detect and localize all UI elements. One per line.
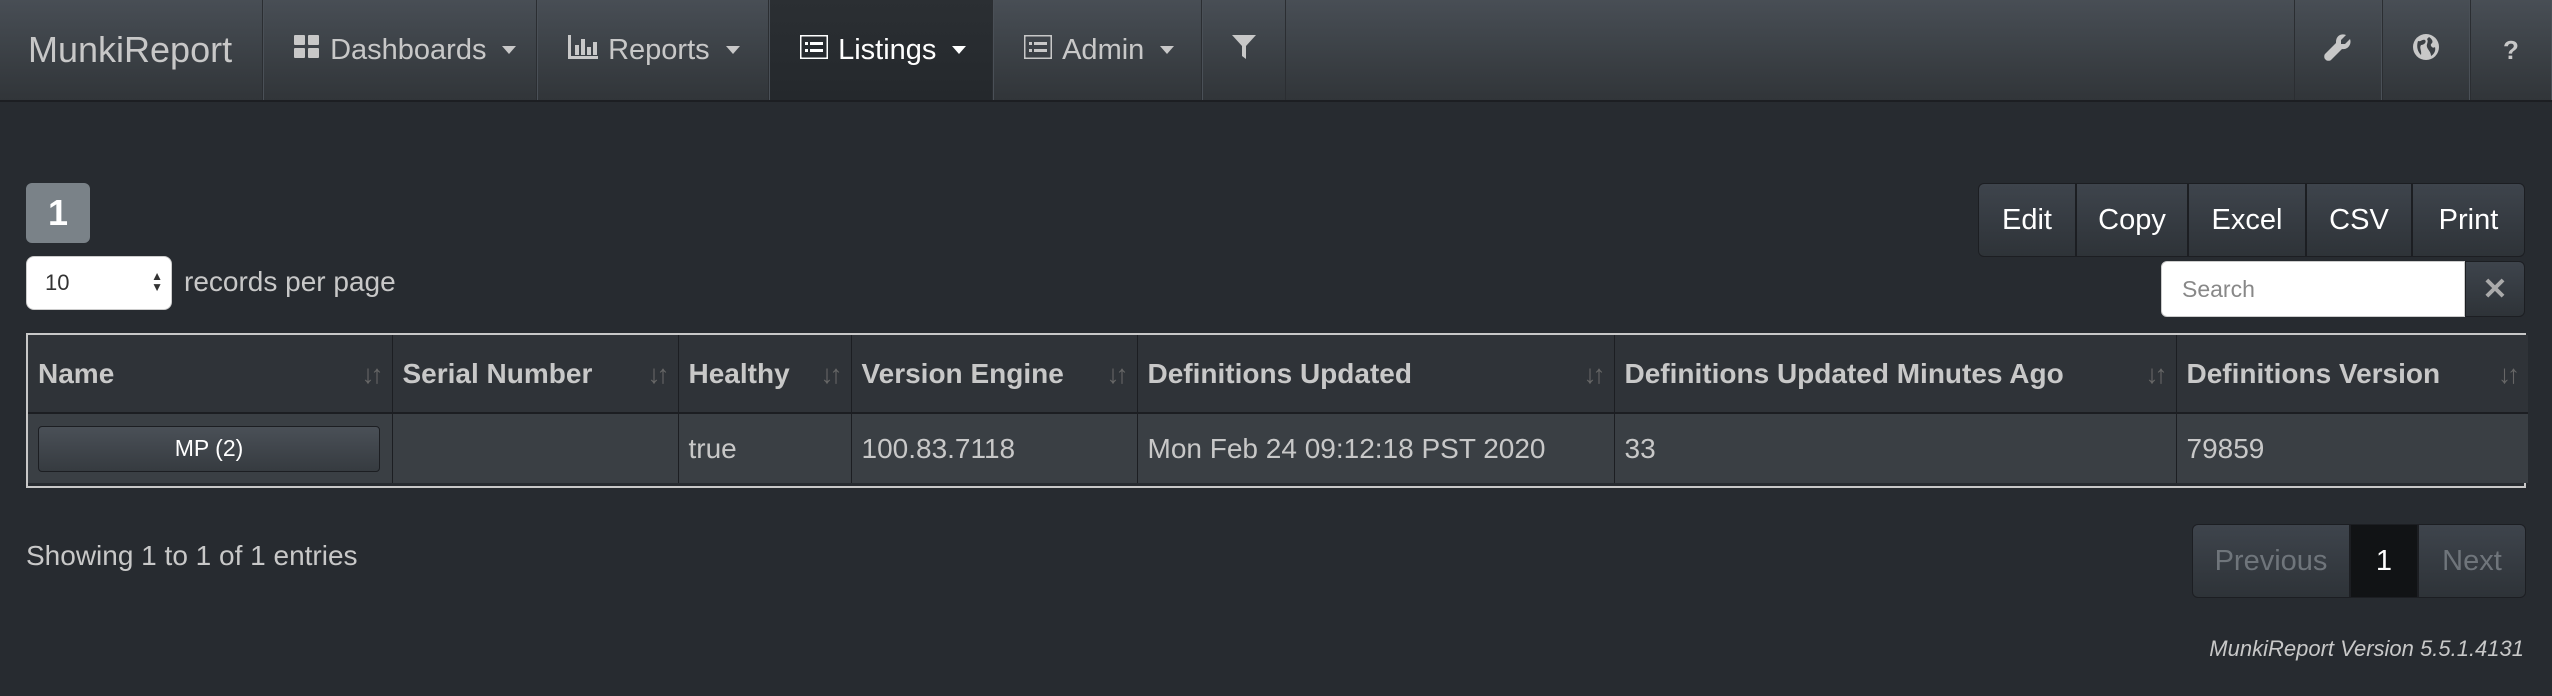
column-label: Name bbox=[38, 357, 115, 389]
cell-definitions-updated-minutes-ago: 33 bbox=[1614, 413, 2177, 483]
column-label: Healthy bbox=[688, 357, 790, 389]
column-header-definitions-updated[interactable]: Definitions Updated ↓↑ bbox=[1137, 335, 1615, 414]
search-input[interactable]: Search bbox=[2161, 261, 2465, 317]
language-button[interactable] bbox=[2382, 0, 2470, 100]
column-label: Serial Number bbox=[402, 357, 593, 389]
sort-icon: ↓↑ bbox=[1106, 359, 1129, 389]
next-button[interactable]: Next bbox=[2418, 524, 2526, 598]
help-button[interactable]: ? bbox=[2470, 0, 2552, 100]
cell-healthy: true bbox=[678, 413, 852, 483]
list-icon bbox=[1022, 33, 1054, 67]
cell-definitions-version: 79859 bbox=[2176, 413, 2528, 483]
column-header-definitions-version[interactable]: Definitions Version ↓↑ bbox=[2176, 335, 2528, 414]
table-header-row: Name ↓↑ Serial Number ↓↑ Healthy ↓↑ Version… bbox=[28, 335, 2528, 414]
table-row: MP (2) true 100.83.7118 Mon Feb 24 09:12… bbox=[28, 413, 2528, 483]
cell-serial-number bbox=[392, 413, 679, 483]
records-per-page-select[interactable]: 10 ▲ ▼ bbox=[26, 256, 172, 310]
list-icon bbox=[798, 33, 830, 67]
sort-icon: ↓↑ bbox=[647, 359, 670, 389]
edit-button[interactable]: Edit bbox=[1978, 183, 2076, 257]
nav-dashboards-label: Dashboards bbox=[330, 33, 487, 66]
nav-admin[interactable]: Admin bbox=[993, 0, 1203, 100]
filter-icon bbox=[1232, 34, 1257, 67]
copy-button[interactable]: Copy bbox=[2076, 183, 2188, 257]
nav-listings-label: Listings bbox=[838, 33, 937, 66]
records-per-page-value: 10 bbox=[45, 270, 70, 295]
export-button-group: Edit Copy Excel CSV Print bbox=[1978, 183, 2525, 257]
column-header-name[interactable]: Name ↓↑ bbox=[28, 335, 393, 414]
column-label: Definitions Version bbox=[2186, 357, 2441, 389]
sort-icon: ↓↑ bbox=[2145, 359, 2168, 389]
caret-down-icon bbox=[1160, 46, 1175, 54]
sort-icon: ↓↑ bbox=[820, 359, 843, 389]
csv-button[interactable]: CSV bbox=[2306, 183, 2412, 257]
grid-icon bbox=[294, 34, 320, 67]
print-button[interactable]: Print bbox=[2412, 183, 2525, 257]
column-label: Definitions Updated bbox=[1147, 357, 1412, 389]
nav-admin-label: Admin bbox=[1062, 33, 1145, 66]
sort-icon: ↓↑ bbox=[2498, 359, 2520, 389]
nav-reports-label: Reports bbox=[608, 33, 710, 66]
question-icon: ? bbox=[2503, 34, 2519, 65]
column-label: Version Engine bbox=[861, 357, 1064, 389]
cell-name: MP (2) bbox=[28, 413, 393, 483]
caret-down-icon bbox=[502, 46, 517, 54]
cell-version-engine: 100.83.7118 bbox=[851, 413, 1138, 483]
globe-icon bbox=[2412, 33, 2440, 68]
cell-definitions-updated: Mon Feb 24 09:12:18 PST 2020 bbox=[1137, 413, 1615, 483]
wrench-icon bbox=[2324, 33, 2352, 68]
nav-listings[interactable]: Listings bbox=[769, 0, 994, 100]
data-table: Name ↓↑ Serial Number ↓↑ Healthy ↓↑ Version… bbox=[26, 333, 2528, 488]
column-header-healthy[interactable]: Healthy ↓↑ bbox=[678, 335, 852, 414]
page-badge: 1 bbox=[26, 183, 90, 243]
previous-button[interactable]: Previous bbox=[2192, 524, 2350, 598]
pagination: Previous 1 Next bbox=[2192, 524, 2526, 598]
caret-down-icon bbox=[952, 46, 967, 54]
machine-link-button[interactable]: MP (2) bbox=[38, 425, 380, 472]
column-header-definitions-updated-minutes-ago[interactable]: Definitions Updated Minutes Ago ↓↑ bbox=[1614, 335, 2177, 414]
sort-icon: ↓↑ bbox=[361, 359, 384, 389]
clear-search-button[interactable]: ✕ bbox=[2465, 261, 2525, 317]
bar-chart-icon bbox=[568, 34, 599, 67]
caret-down-icon bbox=[725, 46, 740, 54]
sort-icon: ↓↑ bbox=[1583, 359, 1606, 389]
page-1-button[interactable]: 1 bbox=[2350, 524, 2418, 598]
nav-dashboards[interactable]: Dashboards bbox=[263, 0, 538, 100]
spinner-arrows-icon: ▲ ▼ bbox=[151, 269, 163, 294]
nav-reports[interactable]: Reports bbox=[537, 0, 770, 100]
records-per-page-label: records per page bbox=[184, 266, 396, 297]
brand-link[interactable]: MunkiReport bbox=[0, 0, 264, 100]
column-header-version-engine[interactable]: Version Engine ↓↑ bbox=[851, 335, 1138, 414]
excel-button[interactable]: Excel bbox=[2188, 183, 2306, 257]
settings-button[interactable] bbox=[2294, 0, 2382, 100]
version-text: MunkiReport Version 5.5.1.4131 bbox=[2209, 636, 2524, 661]
column-header-serial-number[interactable]: Serial Number ↓↑ bbox=[392, 335, 679, 414]
close-icon: ✕ bbox=[2482, 272, 2508, 306]
filter-button[interactable] bbox=[1202, 0, 1287, 100]
table-info: Showing 1 to 1 of 1 entries bbox=[26, 540, 358, 571]
navbar: MunkiReport Dashboards Reports Listings … bbox=[0, 0, 2552, 102]
column-label: Definitions Updated Minutes Ago bbox=[1624, 357, 2064, 389]
